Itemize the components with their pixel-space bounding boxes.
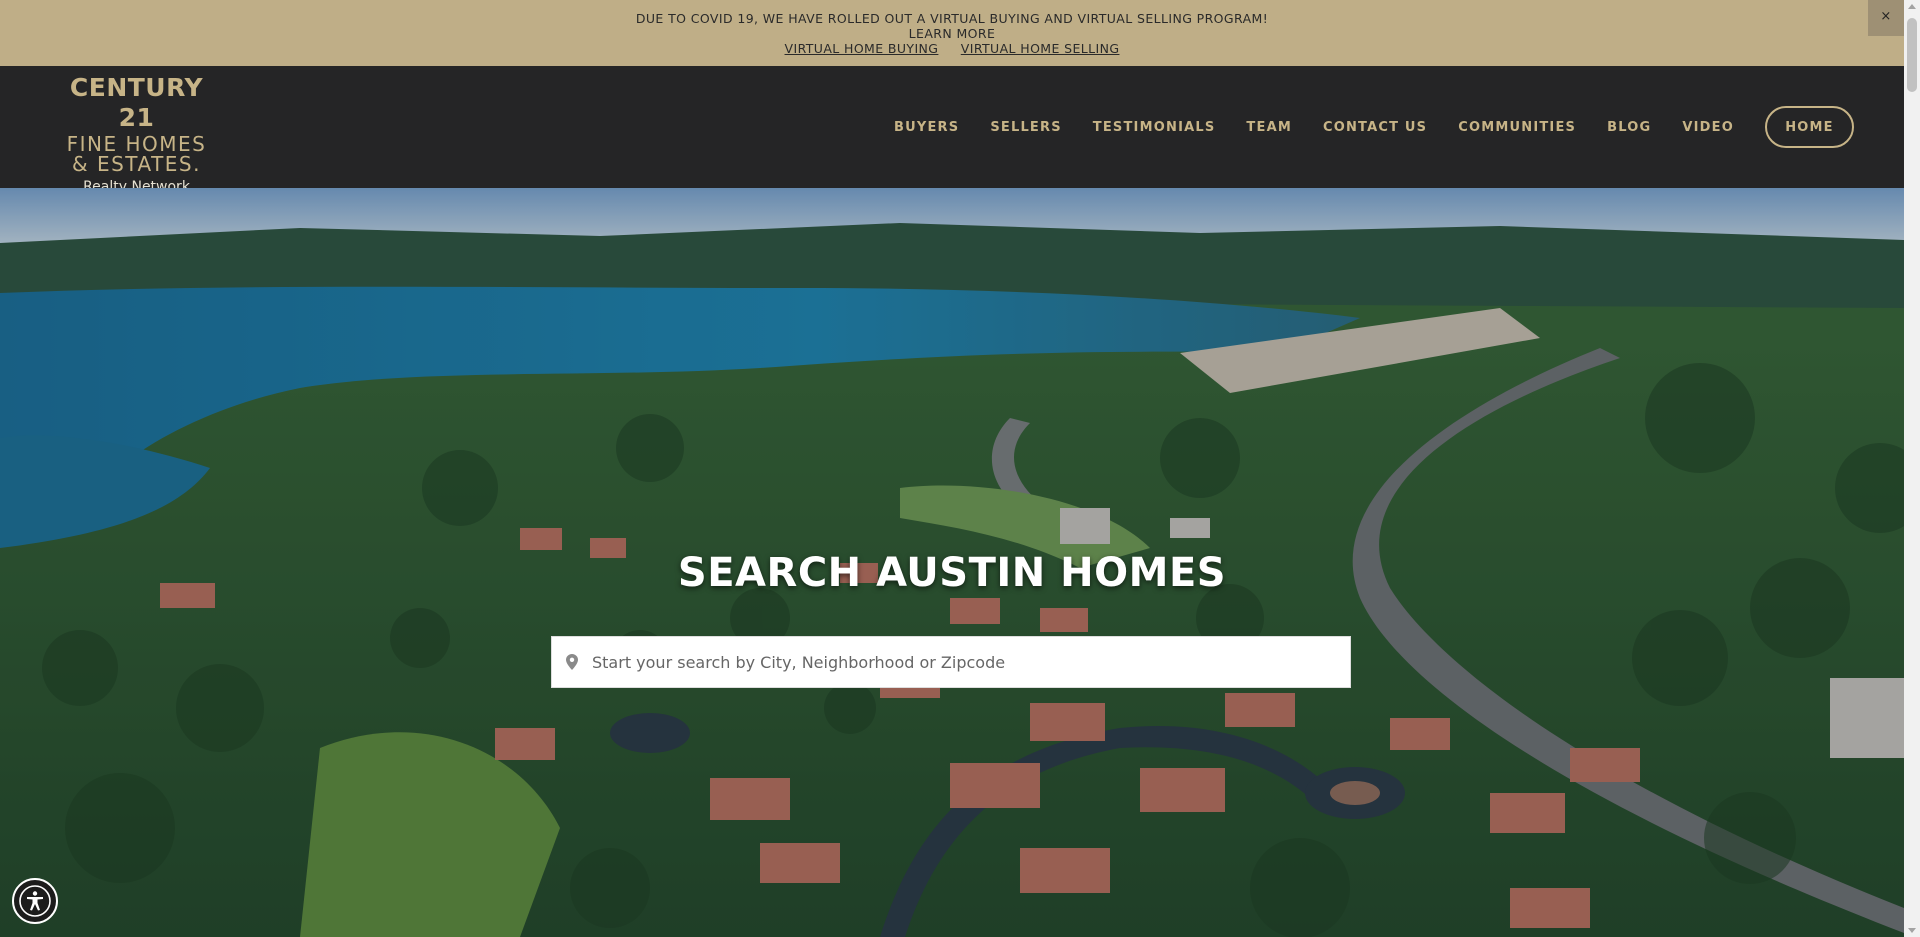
announcement-links: VIRTUAL HOME BUYING VIRTUAL HOME SELLING bbox=[0, 41, 1904, 56]
accessibility-icon bbox=[19, 885, 51, 917]
site-header: CENTURY 21 FINE HOMES & ESTATES. Realty … bbox=[0, 66, 1904, 195]
close-icon: × bbox=[1880, 9, 1892, 24]
nav-sellers[interactable]: SELLERS bbox=[990, 120, 1061, 135]
logo-line-fine-homes: FINE HOMES bbox=[66, 132, 207, 156]
scrollbar-thumb[interactable] bbox=[1907, 18, 1917, 92]
century21-logo[interactable]: CENTURY 21 FINE HOMES & ESTATES. Realty … bbox=[49, 73, 224, 195]
nav-blog[interactable]: BLOG bbox=[1607, 120, 1651, 135]
search-input[interactable] bbox=[592, 637, 1350, 687]
scroll-down-arrow-icon[interactable] bbox=[1908, 928, 1916, 933]
property-search-bar bbox=[551, 636, 1351, 688]
logo-brand: CENTURY 21 bbox=[69, 73, 204, 132]
nav-testimonials[interactable]: TESTIMONIALS bbox=[1093, 120, 1216, 135]
virtual-home-buying-link[interactable]: VIRTUAL HOME BUYING bbox=[785, 41, 939, 56]
nav-buyers[interactable]: BUYERS bbox=[894, 120, 959, 135]
logo-line-estates: & ESTATES. bbox=[72, 152, 201, 176]
announcement-text: DUE TO COVID 19, WE HAVE ROLLED OUT A VI… bbox=[635, 11, 1269, 26]
nav-team[interactable]: TEAM bbox=[1246, 120, 1292, 135]
home-button[interactable]: HOME bbox=[1765, 106, 1854, 148]
scroll-up-arrow-icon[interactable] bbox=[1908, 4, 1916, 9]
map-pin-icon bbox=[552, 636, 592, 688]
close-announcement-button[interactable]: × bbox=[1868, 0, 1904, 36]
nav-contact-us[interactable]: CONTACT US bbox=[1323, 120, 1427, 135]
nav-communities[interactable]: COMMUNITIES bbox=[1458, 120, 1576, 135]
announcement-learn-more: LEARN MORE bbox=[908, 26, 996, 41]
accessibility-button[interactable] bbox=[12, 878, 58, 924]
page-scrollbar[interactable] bbox=[1904, 0, 1920, 937]
announcement-bar: DUE TO COVID 19, WE HAVE ROLLED OUT A VI… bbox=[0, 0, 1904, 66]
main-nav: BUYERS SELLERS TESTIMONIALS TEAM CONTACT… bbox=[863, 106, 1854, 148]
hero-title: SEARCH AUSTIN HOMES bbox=[677, 550, 1227, 596]
hero-section: SEARCH AUSTIN HOMES bbox=[0, 188, 1904, 937]
virtual-home-selling-link[interactable]: VIRTUAL HOME SELLING bbox=[961, 41, 1120, 56]
nav-video[interactable]: VIDEO bbox=[1682, 120, 1734, 135]
